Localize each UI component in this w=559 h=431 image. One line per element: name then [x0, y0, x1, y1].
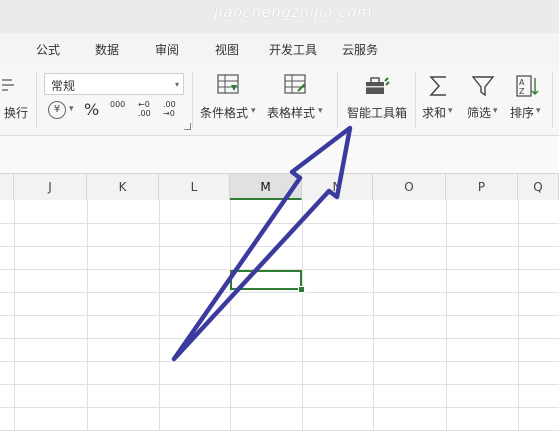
annotation-arrow-icon	[171, 125, 353, 362]
